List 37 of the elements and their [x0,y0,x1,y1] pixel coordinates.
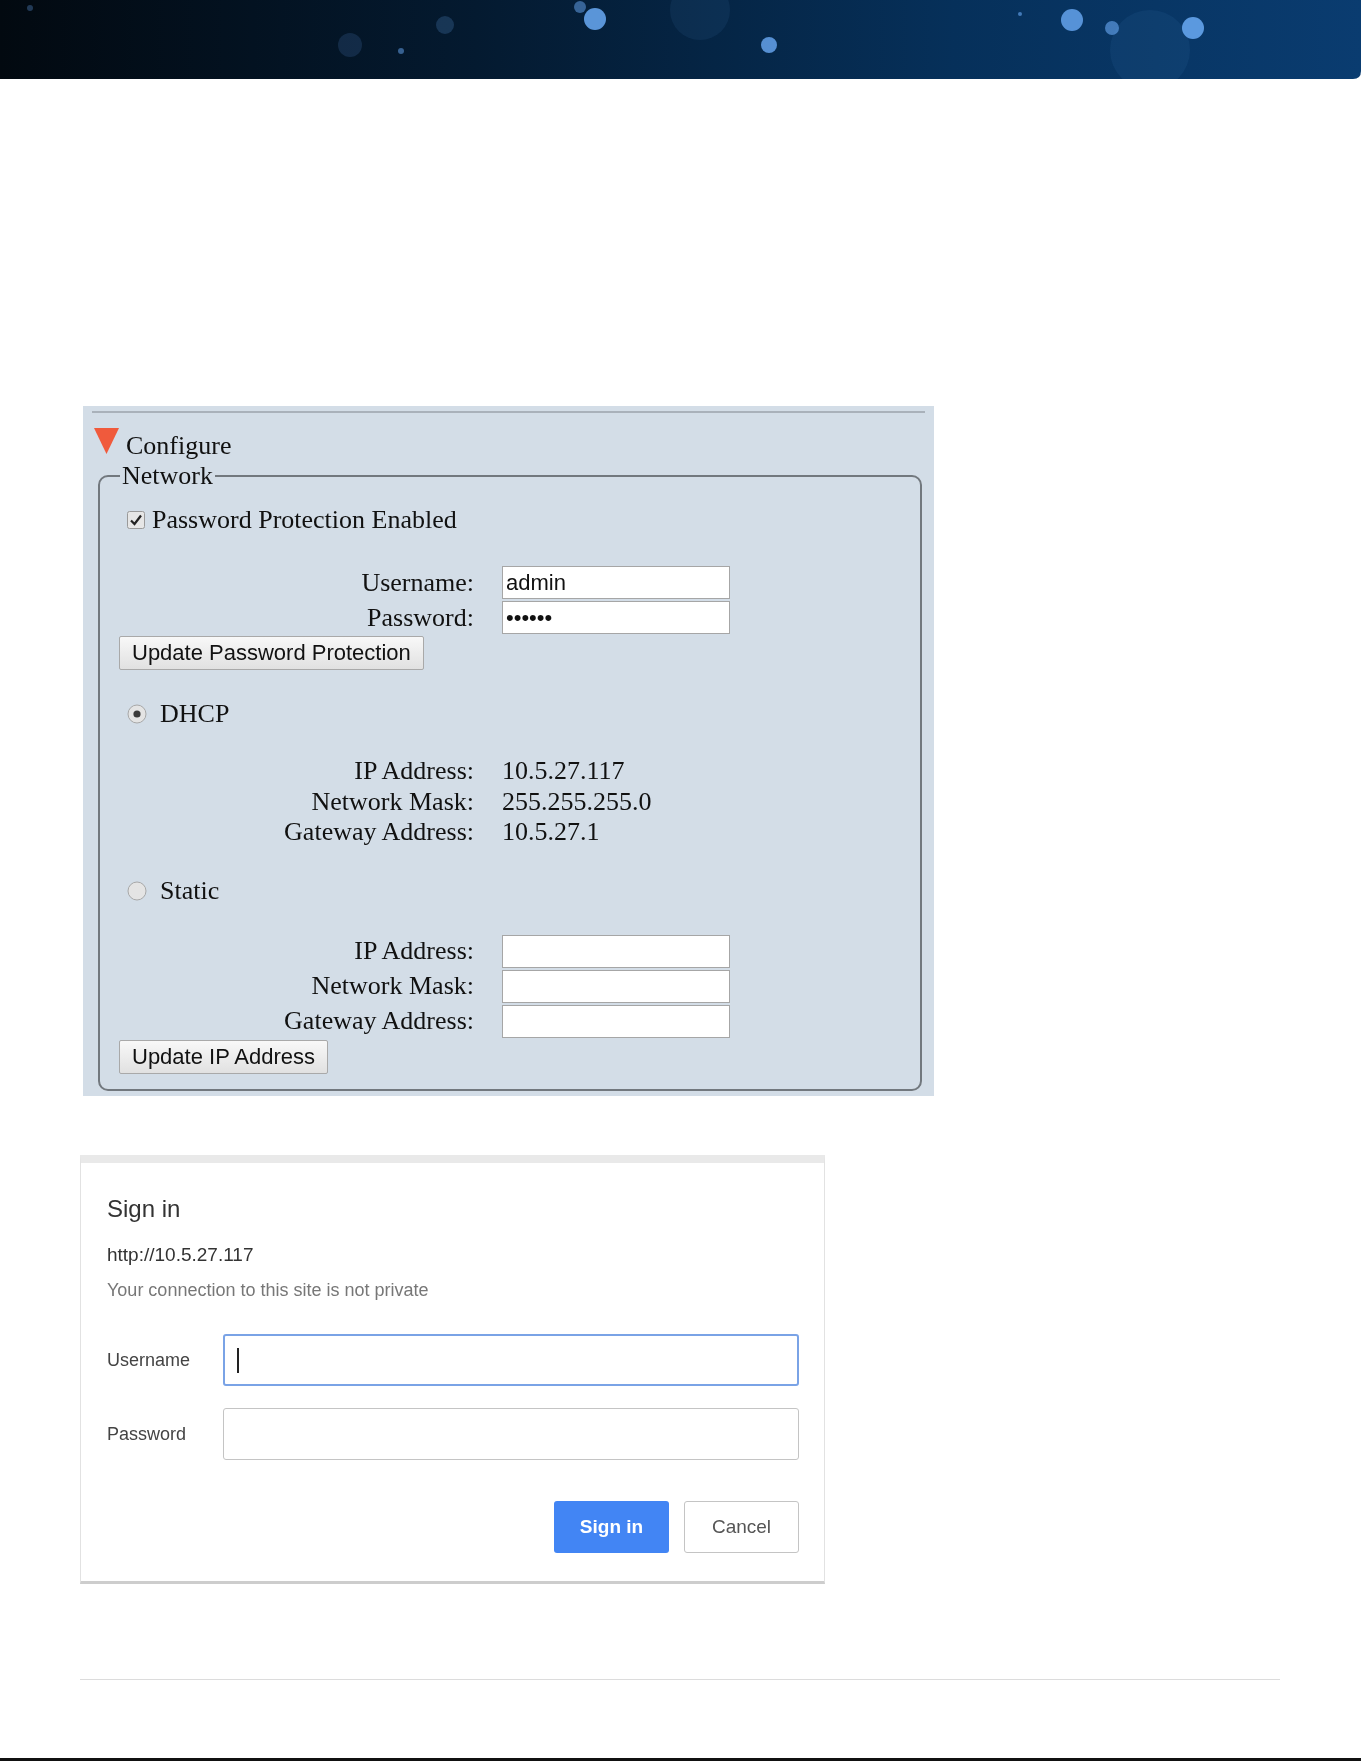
disclosure-triangle-icon[interactable] [94,428,119,454]
text-field[interactable]: admin [502,566,730,599]
text-field[interactable] [223,1333,799,1386]
field-label: IP Address: [354,936,474,966]
section-title: Configure [126,431,232,461]
text-field[interactable]: •••••• [502,601,730,634]
radio-button[interactable] [127,704,147,724]
field-value: 10.5.27.117 [502,756,626,787]
field-label: Gateway Address: [284,1006,474,1036]
field-label: Password [107,1422,188,1445]
field-label: Network Mask: [311,786,474,817]
sign-in-button[interactable]: Sign in [554,1500,669,1553]
field-label: Gateway Address: [284,817,474,848]
field-value: 255.255.255.0 [502,786,653,817]
text-field[interactable] [502,1004,730,1038]
field-label: IP Address: [354,756,474,787]
dialog-title: Sign in [107,1193,182,1224]
text-field[interactable] [502,969,730,1003]
checkbox[interactable] [127,511,145,529]
field-label: Username [107,1348,192,1371]
cancel-button[interactable]: Cancel [684,1500,799,1553]
field-label: Password: [367,602,474,633]
field-label: Network Mask: [311,971,474,1001]
field-label: Username: [361,567,474,598]
text-cursor [237,1347,239,1373]
update-password-button[interactable]: Update Password Protection [119,636,424,670]
radio-label: DHCP [160,699,230,729]
field-value: 10.5.27.1 [502,817,601,848]
warning-text: Your connection to this site is not private [107,1278,430,1301]
text-field[interactable] [223,1407,799,1460]
update-ip-button[interactable]: Update IP Address [119,1039,329,1074]
checkbox-label: Password Protection Enabled [152,505,457,535]
text-field[interactable] [502,934,730,968]
radio-button[interactable] [127,880,147,901]
radio-label: Static [160,875,220,906]
site-url: http://10.5.27.117 [107,1242,255,1267]
group-legend: Network [120,461,215,491]
